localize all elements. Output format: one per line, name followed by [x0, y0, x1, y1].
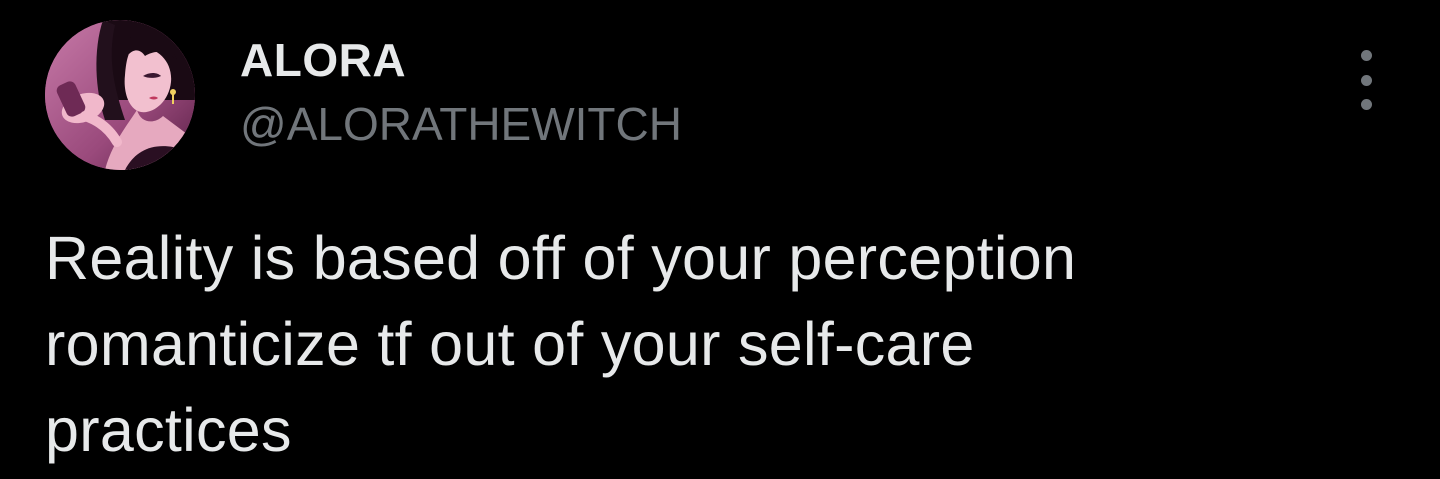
tweet-card: ALORA @ALORATHEWITCH Reality is based of…: [0, 0, 1440, 479]
tweet-text: Reality is based off of your perception …: [45, 215, 1375, 473]
more-options-button[interactable]: [1342, 50, 1390, 110]
more-vertical-icon-dot: [1360, 50, 1372, 61]
tweet-text-line: practices: [45, 396, 292, 464]
author-display-name[interactable]: ALORA: [240, 32, 406, 88]
anime-girl-avatar-icon: [45, 20, 195, 170]
author-handle[interactable]: @ALORATHEWITCH: [240, 96, 682, 152]
more-vertical-icon-dot: [1360, 74, 1372, 86]
tweet-text-line: Reality is based off of your perception: [45, 224, 1077, 292]
more-vertical-icon-dot: [1360, 99, 1372, 110]
tweet-text-line: romanticize tf out of your self-care: [45, 310, 975, 378]
avatar[interactable]: [45, 20, 195, 170]
